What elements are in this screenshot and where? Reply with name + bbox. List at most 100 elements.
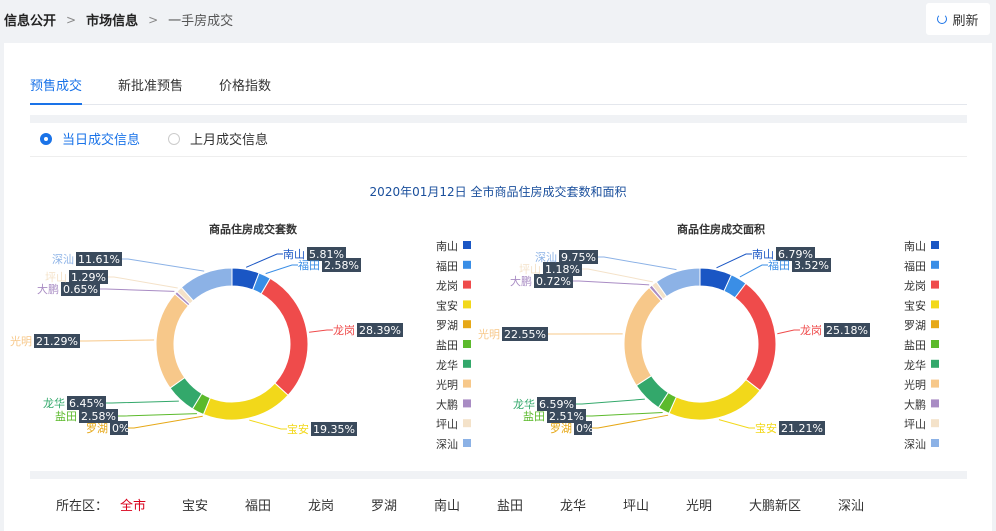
legend-label: 大鹏 [436,397,458,411]
leader-line [249,419,287,430]
legend-label: 龙华 [436,358,458,372]
slice-label-name: 宝安 [755,421,777,435]
chart-subtitle: 商品住房成交套数 [209,222,298,236]
legend-swatch[interactable] [931,340,939,348]
slice-label-value: 22.55% [504,328,546,341]
legend-swatch[interactable] [463,399,471,408]
leader-line [128,415,203,429]
legend-label: 龙岗 [904,280,926,293]
legend-swatch[interactable] [931,280,939,289]
leader-line [108,276,178,289]
legend-label: 盐田 [436,339,458,352]
legend-label: 南山 [904,240,926,253]
chart-main-title: 2020年01月12日 全市商品住房成交套数和面积 [370,184,627,199]
slice-label-name: 盐田 [55,410,77,423]
leader-line [718,419,755,429]
legend-swatch[interactable] [463,379,471,388]
legend-swatch[interactable] [931,419,939,428]
slice-label-name: 龙华 [43,396,65,410]
legend-label: 坪山 [904,418,926,431]
legend-swatch[interactable] [931,260,939,269]
legend-swatch[interactable] [463,439,471,447]
charts-canvas: 2020年01月12日 全市商品住房成交套数和面积商品住房成交套数南山 5.81%… [10,184,939,451]
leader-line [100,288,175,292]
slice-label-value: 0.72% [536,275,571,288]
slice-label-value: 19.35% [313,423,355,436]
slice-label-name: 坪山 [519,263,541,276]
legend-label: 龙华 [904,358,926,372]
slice-label-value: 0% [112,422,129,435]
slice-label-value: 9.75% [561,251,596,264]
legend-swatch[interactable] [463,241,471,249]
donut-slice-深汕[interactable] [180,267,233,302]
legend-label: 罗湖 [904,319,926,332]
slice-label-value: 28.39% [359,324,401,337]
legend-label: 深汕 [904,438,926,451]
legend-label: 福田 [436,259,458,273]
slice-label-value: 0.65% [63,283,98,296]
leader-line [777,329,800,335]
leader-line [309,329,333,333]
legend-swatch[interactable] [931,399,939,408]
leader-line [716,253,752,269]
legend-swatch[interactable] [463,359,471,368]
donut-chart-0: 商品住房成交套数南山 5.81%福田 2.58%龙岗 28.39%宝安 19.35%罗湖… [10,222,471,451]
legend-swatch[interactable] [463,280,471,289]
legend-swatch[interactable] [931,320,939,329]
slice-label-name: 大鹏 [510,274,532,288]
legend-swatch[interactable] [463,260,471,269]
slice-label-value: 25.18% [826,324,868,337]
leader-line [80,339,155,342]
slice-label-value: 21.29% [36,335,78,348]
legend-swatch[interactable] [931,439,939,447]
donut-slice-光明[interactable] [155,293,190,389]
legend-label: 罗湖 [436,319,458,332]
slice-label-name: 罗湖 [550,422,572,435]
donut-slice-龙岗[interactable] [260,277,309,396]
donut-slice-龙岗[interactable] [734,282,777,392]
donut-slice-宝安[interactable] [668,378,761,421]
chart-subtitle: 商品住房成交面积 [677,222,765,236]
donut-slice-光明[interactable] [623,286,662,387]
leader-line [582,268,653,283]
leader-line [598,256,677,271]
slice-label-value: 6.45% [69,397,104,410]
legend-swatch[interactable] [463,340,471,348]
slice-label-value: 11.61% [78,253,120,266]
slice-label-value: 1.18% [545,263,580,276]
legend-label: 坪山 [436,418,458,431]
leader-line [573,280,650,286]
legend-swatch[interactable] [463,320,471,329]
slice-label-value: 21.21% [781,422,823,435]
slice-label-name: 大鹏 [37,282,59,296]
leader-line [739,264,768,278]
donut-slice-宝安[interactable] [202,382,289,421]
legend-label: 深汕 [436,438,458,451]
donut-chart-1: 商品住房成交面积南山 6.79%福田 3.52%龙岗 25.18%宝安 21.21%罗湖… [478,222,939,451]
leader-line [245,253,283,268]
legend-swatch[interactable] [463,300,471,309]
slice-label-value: 2.51% [549,410,584,423]
legend-swatch[interactable] [463,419,471,428]
legend-label: 龙岗 [436,280,458,293]
slice-label-name: 福田 [298,258,320,272]
legend-label: 大鹏 [904,397,926,411]
legend-swatch[interactable] [931,379,939,388]
leader-line [118,413,197,417]
slice-label-value: 1.29% [71,271,106,284]
slice-label-name: 光明 [478,327,500,341]
slice-label-value: 2.58% [81,410,116,423]
legend-swatch[interactable] [931,359,939,368]
legend-label: 宝安 [904,298,926,312]
slice-label-value: 2.58% [324,259,359,272]
leader-line [265,264,298,275]
slice-label-name: 龙岗 [800,324,822,337]
legend-swatch[interactable] [931,300,939,309]
slice-label-name: 光明 [10,334,32,348]
slice-label-value: 0% [576,422,593,435]
legend-label: 南山 [436,240,458,253]
leader-line [586,411,663,417]
slice-label-name: 深汕 [52,253,74,266]
legend-swatch[interactable] [931,241,939,249]
slice-label-name: 龙岗 [333,324,355,337]
